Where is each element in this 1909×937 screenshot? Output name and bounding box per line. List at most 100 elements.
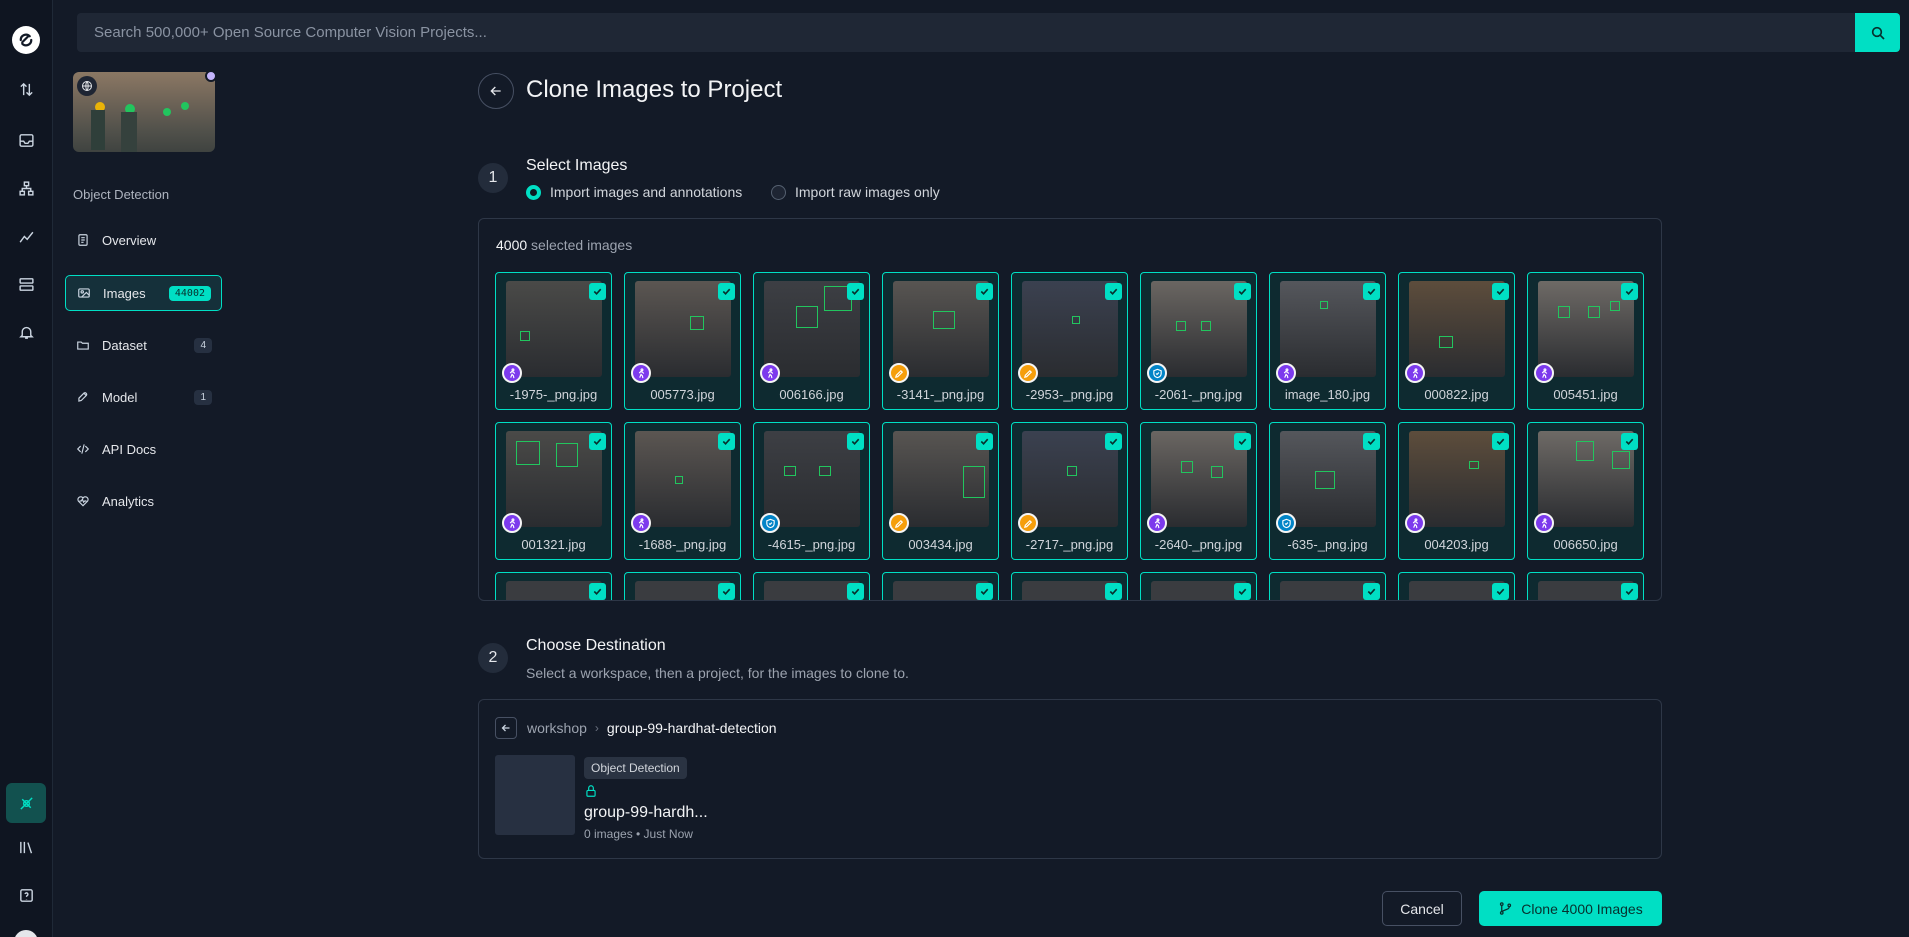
back-button[interactable] (478, 73, 514, 109)
checkbox-checked-icon[interactable] (1492, 283, 1509, 300)
checkbox-checked-icon[interactable] (847, 283, 864, 300)
upload-icon[interactable] (10, 73, 42, 105)
image-thumbnail[interactable] (1022, 431, 1118, 527)
project-name[interactable]: group-99-hardh... (584, 804, 708, 822)
breadcrumb-back-button[interactable] (495, 717, 517, 739)
image-card[interactable]: -3141-_png.jpg (882, 272, 999, 410)
checkbox-checked-icon[interactable] (718, 283, 735, 300)
project-thumbnail[interactable] (73, 72, 215, 152)
image-thumbnail[interactable] (764, 281, 860, 377)
sidebar-item-images[interactable]: Images 44002 (65, 275, 222, 311)
checkbox-checked-icon[interactable] (1621, 283, 1638, 300)
bell-icon[interactable] (10, 316, 42, 348)
image-card[interactable]: -635-_png.jpg (1269, 422, 1386, 560)
image-thumbnail[interactable] (893, 431, 989, 527)
server-icon[interactable] (10, 268, 42, 300)
image-thumbnail[interactable] (1538, 431, 1634, 527)
checkbox-checked-icon[interactable] (1363, 583, 1380, 600)
checkbox-checked-icon[interactable] (1105, 433, 1122, 450)
image-card[interactable] (1527, 572, 1644, 600)
image-card[interactable]: -2953-_png.jpg (1011, 272, 1128, 410)
image-thumbnail[interactable] (1151, 281, 1247, 377)
checkbox-checked-icon[interactable] (847, 433, 864, 450)
checkbox-checked-icon[interactable] (1105, 283, 1122, 300)
image-card[interactable]: 001321.jpg (495, 422, 612, 560)
roboflow-logo-icon[interactable] (12, 26, 40, 54)
checkbox-checked-icon[interactable] (1363, 433, 1380, 450)
image-thumbnail[interactable] (1538, 581, 1634, 600)
checkbox-checked-icon[interactable] (1105, 583, 1122, 600)
checkbox-checked-icon[interactable] (718, 433, 735, 450)
checkbox-checked-icon[interactable] (589, 433, 606, 450)
image-card[interactable]: image_180.jpg (1269, 272, 1386, 410)
image-card[interactable] (882, 572, 999, 600)
checkbox-checked-icon[interactable] (976, 583, 993, 600)
checkbox-checked-icon[interactable] (1234, 433, 1251, 450)
cancel-button[interactable]: Cancel (1382, 891, 1462, 926)
image-card[interactable]: -1975-_png.jpg (495, 272, 612, 410)
search-button[interactable] (1855, 13, 1900, 52)
image-card[interactable]: -2061-_png.jpg (1140, 272, 1257, 410)
radio-import-annotations[interactable]: Import images and annotations (526, 184, 742, 200)
checkbox-checked-icon[interactable] (976, 283, 993, 300)
image-card[interactable]: 006650.jpg (1527, 422, 1644, 560)
image-thumbnail[interactable] (635, 581, 731, 600)
image-thumbnail[interactable] (506, 581, 602, 600)
checkbox-checked-icon[interactable] (1492, 583, 1509, 600)
image-thumbnail[interactable] (1280, 281, 1376, 377)
checkbox-checked-icon[interactable] (1621, 583, 1638, 600)
image-card[interactable] (753, 572, 870, 600)
checkbox-checked-icon[interactable] (1492, 433, 1509, 450)
sidebar-item-model[interactable]: Model 1 (65, 379, 222, 415)
image-thumbnail[interactable] (764, 581, 860, 600)
checkbox-checked-icon[interactable] (1363, 283, 1380, 300)
clone-images-button[interactable]: Clone 4000 Images (1479, 891, 1662, 926)
image-thumbnail[interactable] (506, 431, 602, 527)
checkbox-checked-icon[interactable] (589, 283, 606, 300)
image-card[interactable]: 000822.jpg (1398, 272, 1515, 410)
image-thumbnail[interactable] (635, 431, 731, 527)
sidebar-item-api-docs[interactable]: API Docs (65, 431, 222, 467)
radio-import-raw[interactable]: Import raw images only (771, 184, 940, 200)
workflow-icon[interactable] (10, 172, 42, 204)
sidebar-item-analytics[interactable]: Analytics (65, 483, 222, 519)
image-thumbnail[interactable] (764, 431, 860, 527)
image-card[interactable]: -1688-_png.jpg (624, 422, 741, 560)
image-card[interactable] (624, 572, 741, 600)
checkbox-checked-icon[interactable] (976, 433, 993, 450)
image-thumbnail[interactable] (1409, 281, 1505, 377)
image-thumbnail[interactable] (635, 281, 731, 377)
avatar[interactable] (14, 930, 38, 937)
chart-icon[interactable] (10, 220, 42, 252)
image-thumbnail[interactable] (1151, 581, 1247, 600)
image-thumbnail[interactable] (1022, 281, 1118, 377)
image-thumbnail[interactable] (893, 581, 989, 600)
sidebar-item-dataset[interactable]: Dataset 4 (65, 327, 222, 363)
checkbox-checked-icon[interactable] (847, 583, 864, 600)
image-card[interactable] (1398, 572, 1515, 600)
image-thumbnail[interactable] (1409, 581, 1505, 600)
image-card[interactable] (495, 572, 612, 600)
breadcrumb-workspace[interactable]: workshop (527, 720, 587, 736)
checkbox-checked-icon[interactable] (1234, 583, 1251, 600)
library-icon[interactable] (10, 831, 42, 863)
image-thumbnail[interactable] (1022, 581, 1118, 600)
checkbox-checked-icon[interactable] (718, 583, 735, 600)
sidebar-item-overview[interactable]: Overview (65, 222, 222, 258)
image-card[interactable]: 005773.jpg (624, 272, 741, 410)
image-thumbnail[interactable] (1280, 431, 1376, 527)
image-card[interactable]: 005451.jpg (1527, 272, 1644, 410)
image-thumbnail[interactable] (506, 281, 602, 377)
image-thumbnail[interactable] (1280, 581, 1376, 600)
image-card[interactable] (1011, 572, 1128, 600)
image-card[interactable]: -2717-_png.jpg (1011, 422, 1128, 560)
checkbox-checked-icon[interactable] (589, 583, 606, 600)
image-card[interactable]: -2640-_png.jpg (1140, 422, 1257, 560)
image-thumbnail[interactable] (893, 281, 989, 377)
image-thumbnail[interactable] (1151, 431, 1247, 527)
satellite-icon[interactable] (6, 783, 46, 823)
image-card[interactable]: -4615-_png.jpg (753, 422, 870, 560)
image-card[interactable] (1140, 572, 1257, 600)
image-thumbnail[interactable] (1409, 431, 1505, 527)
search-input[interactable]: Search 500,000+ Open Source Computer Vis… (77, 13, 1855, 52)
